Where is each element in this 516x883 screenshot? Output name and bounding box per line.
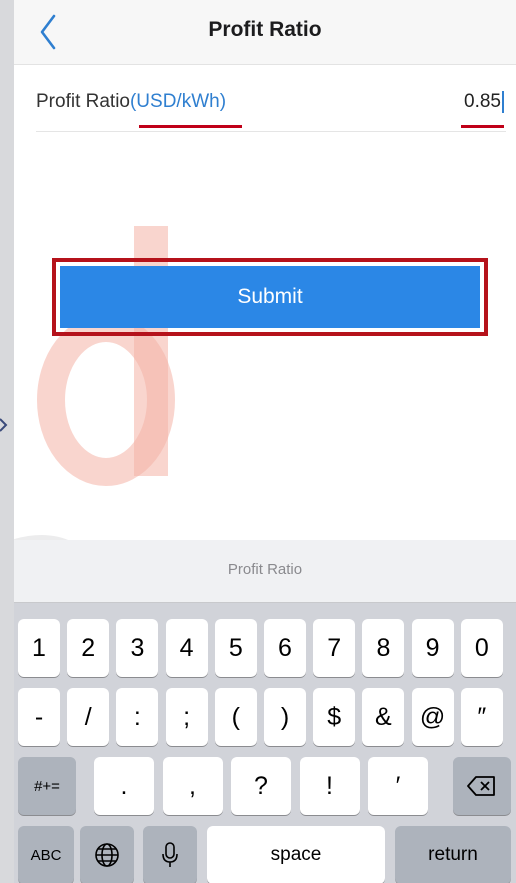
microphone-icon [162, 842, 178, 867]
unit-annotation-underline [139, 125, 242, 128]
suggestion-text: Profit Ratio [227, 561, 303, 578]
key-symbol[interactable]: ) [264, 688, 306, 746]
backspace-icon [467, 776, 495, 796]
key-punctuation[interactable]: ! [299, 757, 360, 815]
submit-button[interactable]: Submit [60, 266, 480, 328]
submit-highlight-frame: Submit [52, 258, 488, 336]
key-symbol[interactable]: - [18, 688, 60, 746]
keyboard: Profit Ratio 1 2 3 4 5 6 7 8 9 0 - /:;() $ & @ ″ #+=.,?!… [14, 540, 516, 883]
profit-ratio-row[interactable]: Profit Ratio(USD/kWh) 0.85 [36, 85, 506, 132]
phone-screen: Profit Ratio Profit Ratio(USD/kWh) 0.85 … [14, 0, 516, 883]
key-6[interactable]: 7 [313, 619, 356, 677]
key-3[interactable]: 4 [165, 619, 208, 677]
key-symbol[interactable]: : [116, 688, 159, 746]
globe-key[interactable] [80, 826, 134, 883]
dictation-key[interactable] [143, 826, 197, 883]
key-symbol[interactable]: $ [313, 688, 356, 746]
symbols-toggle-key[interactable]: #+= [18, 757, 76, 815]
key-punctuation[interactable]: . [94, 757, 154, 815]
key-symbol[interactable]: ; [165, 688, 208, 746]
navigation-bar: Profit Ratio [14, 0, 516, 65]
profit-ratio-label: Profit Ratio(USD/kWh) [36, 91, 226, 113]
return-key[interactable]: return [395, 826, 511, 883]
key-1[interactable]: 2 [67, 619, 110, 677]
key-9[interactable]: 0 [460, 619, 503, 677]
key-8[interactable]: 9 [411, 619, 454, 677]
key-symbol[interactable]: ( [214, 688, 257, 746]
key-punctuation[interactable]: ? [231, 757, 291, 815]
key-symbol[interactable]: & [362, 688, 405, 746]
key-symbol[interactable]: @ [411, 688, 454, 746]
key-symbol[interactable]: / [67, 688, 110, 746]
key-punctuation[interactable]: ′ [368, 757, 428, 815]
profit-ratio-input[interactable]: 0.85 [464, 91, 504, 113]
key-7[interactable]: 8 [362, 619, 405, 677]
key-punctuation[interactable]: , [162, 757, 223, 815]
key-symbol[interactable]: ″ [460, 688, 503, 746]
page-title: Profit Ratio [208, 18, 322, 41]
key-0[interactable]: 1 [18, 619, 60, 677]
key-4[interactable]: 5 [214, 619, 257, 677]
field-label-text: Profit Ratio [36, 91, 130, 112]
space-key[interactable]: space [207, 826, 385, 883]
abc-key[interactable]: ABC [18, 826, 74, 883]
field-unit: (USD/kWh) [129, 91, 227, 112]
suggestion-bar: Profit Ratio [14, 540, 516, 603]
globe-icon [95, 843, 119, 867]
key-2[interactable]: 3 [116, 619, 159, 677]
key-5[interactable]: 6 [264, 619, 306, 677]
delete-key[interactable] [453, 757, 511, 815]
value-annotation-underline [461, 125, 504, 128]
